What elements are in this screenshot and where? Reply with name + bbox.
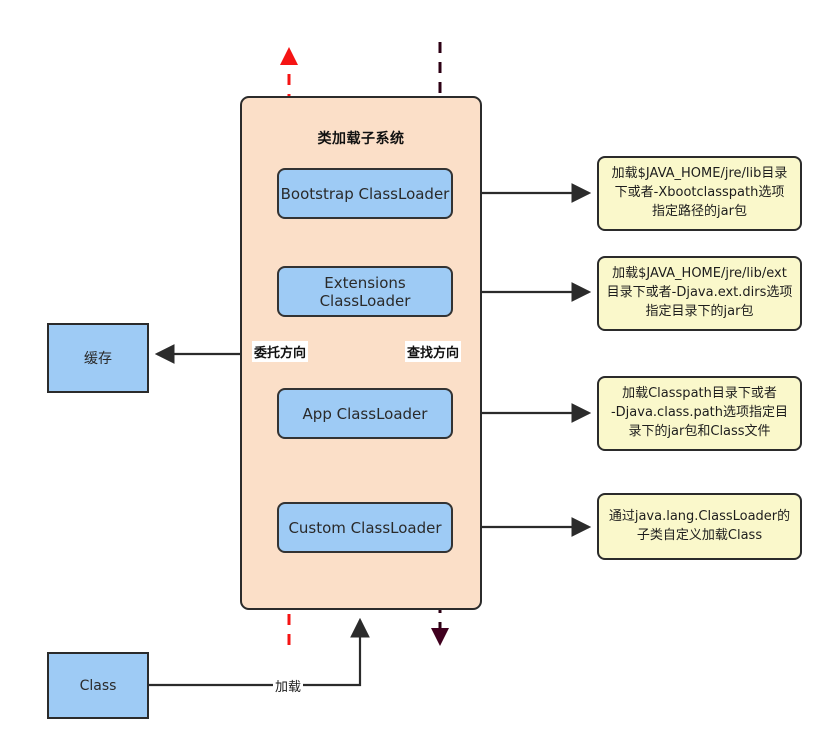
bootstrap-classloader-box[interactable]: Bootstrap ClassLoader <box>277 168 453 219</box>
extensions-note-text: 加载$JAVA_HOME/jre/lib/ext 目录下或者-Djava.ext… <box>606 266 793 319</box>
class-label: Class <box>79 677 117 694</box>
extensions-note-box: 加载$JAVA_HOME/jre/lib/ext 目录下或者-Djava.ext… <box>597 256 802 331</box>
custom-classloader-label: Custom ClassLoader <box>288 518 442 537</box>
bootstrap-note-text: 加载$JAVA_HOME/jre/lib目录 下或者-Xbootclasspat… <box>611 166 788 219</box>
extensions-classloader-box[interactable]: Extensions ClassLoader <box>277 266 453 317</box>
diagram-canvas: 类加载子系统 Bootstrap ClassLoader Extensions … <box>0 0 833 751</box>
app-note-text: 加载Classpath目录下或者 -Djava.class.path选项指定目 … <box>610 386 789 439</box>
load-edge-label: 加载 <box>273 676 304 695</box>
app-classloader-box[interactable]: App ClassLoader <box>277 388 453 439</box>
delegate-direction-label: 委托方向 <box>252 341 309 362</box>
extensions-classloader-label: Extensions ClassLoader <box>319 273 411 310</box>
cache-box: 缓存 <box>47 323 149 393</box>
app-note-box: 加载Classpath目录下或者 -Djava.class.path选项指定目 … <box>597 376 802 451</box>
arrow-class-load <box>149 617 370 687</box>
custom-note-box: 通过java.lang.ClassLoader的 子类自定义加载Class <box>597 493 802 560</box>
class-box: Class <box>47 652 149 719</box>
app-classloader-label: App ClassLoader <box>302 404 428 423</box>
subsystem-title: 类加载子系统 <box>317 131 405 147</box>
cache-label: 缓存 <box>84 351 112 367</box>
custom-classloader-box[interactable]: Custom ClassLoader <box>277 502 453 553</box>
lookup-direction-label: 查找方向 <box>405 341 462 362</box>
custom-note-text: 通过java.lang.ClassLoader的 子类自定义加载Class <box>608 508 791 543</box>
bootstrap-classloader-label: Bootstrap ClassLoader <box>280 184 450 203</box>
bootstrap-note-box: 加载$JAVA_HOME/jre/lib目录 下或者-Xbootclasspat… <box>597 156 802 231</box>
